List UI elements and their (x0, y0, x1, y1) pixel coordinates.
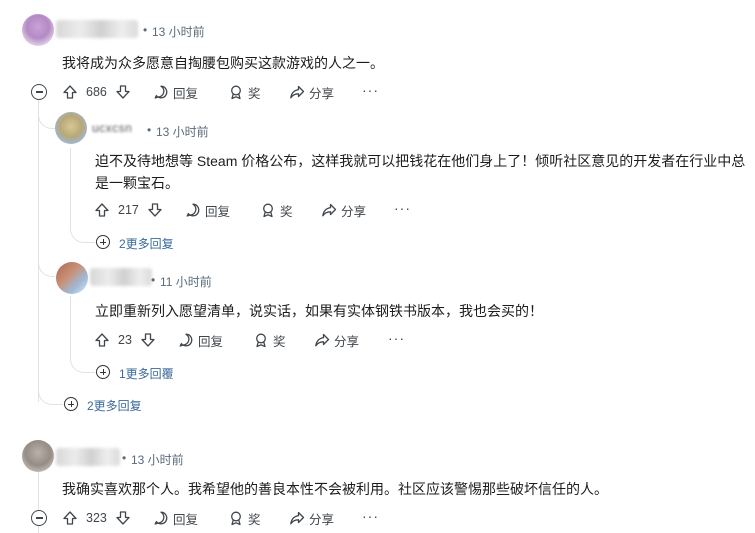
reply-label: 回复 (205, 204, 231, 219)
award-icon (228, 84, 244, 100)
vote-group: 686 (62, 82, 131, 102)
username-blurred[interactable] (56, 448, 120, 466)
separator-dot: • (122, 451, 127, 465)
thread-curve-more-replies (38, 276, 63, 405)
share-icon (289, 84, 305, 100)
comment-body-line-2: 是一颗宝石。 (95, 175, 179, 191)
timestamp[interactable]: 11 小时前 (160, 273, 212, 290)
vote-count: 217 (118, 203, 139, 217)
expand-replies-icon[interactable] (96, 365, 110, 379)
upvote-icon[interactable] (62, 510, 78, 526)
share-icon (314, 332, 330, 348)
award-button[interactable]: 奖 (253, 330, 286, 350)
award-label: 奖 (248, 86, 261, 101)
thread-line-reply-1 (70, 148, 71, 226)
share-button[interactable]: 分享 (289, 508, 334, 528)
expand-replies-icon[interactable] (64, 397, 78, 411)
comment-icon (185, 202, 201, 218)
minus-icon (35, 91, 43, 93)
username-blurred[interactable] (56, 20, 138, 38)
vote-count: 323 (86, 511, 107, 525)
vote-group: 323 (62, 508, 131, 528)
reply-button[interactable]: 回复 (185, 200, 230, 220)
separator-dot: • (147, 123, 152, 137)
share-button[interactable]: 分享 (289, 82, 334, 102)
separator-dot: • (151, 273, 156, 287)
more-options-button[interactable]: ··· (362, 82, 379, 98)
more-replies-link[interactable]: 2更多回复 (87, 397, 142, 414)
comment-body: 我确实喜欢那个人。我希望他的善良本性不会被利用。社区应该警惕那些破坏信任的人。 (62, 481, 608, 497)
more-options-button[interactable]: ··· (362, 508, 379, 524)
share-button[interactable]: 分享 (321, 200, 366, 220)
expand-replies-icon[interactable] (96, 235, 110, 249)
share-button[interactable]: 分享 (314, 330, 359, 350)
separator-dot: • (143, 23, 148, 37)
reply-label: 回复 (198, 334, 224, 349)
share-icon (321, 202, 337, 218)
award-icon (253, 332, 269, 348)
timestamp[interactable]: 13 小时前 (152, 23, 205, 40)
username-partial[interactable]: ucxcsn (92, 121, 132, 135)
vote-group: 217 (94, 200, 163, 220)
collapse-thread-button[interactable] (31, 84, 47, 100)
avatar[interactable] (56, 262, 88, 294)
downvote-icon[interactable] (140, 332, 156, 348)
avatar[interactable] (55, 112, 87, 144)
upvote-icon[interactable] (94, 202, 110, 218)
share-label: 分享 (334, 334, 360, 349)
avatar[interactable] (22, 14, 54, 46)
award-icon (228, 510, 244, 526)
timestamp[interactable]: 13 小时前 (156, 123, 209, 140)
thread-line-reply-2 (70, 296, 71, 356)
comment-body: 立即重新列入愿望清单，说实话，如果有实体钢铁书版本，我也会买的！ (95, 303, 543, 319)
award-label: 奖 (248, 512, 261, 527)
vote-count: 686 (86, 85, 107, 99)
thread-curve-reply-1 (38, 100, 55, 129)
comment-icon (153, 84, 169, 100)
award-button[interactable]: 奖 (228, 82, 261, 102)
reply-button[interactable]: 回复 (153, 508, 198, 528)
avatar[interactable] (22, 440, 54, 472)
share-label: 分享 (309, 86, 335, 101)
award-button[interactable]: 奖 (228, 508, 261, 528)
vote-count: 23 (118, 333, 132, 347)
reply-label: 回复 (173, 86, 199, 101)
thread-curve-reply-2 (38, 128, 55, 277)
comment-body: 我将成为众多愿意自掏腰包购买这款游戏的人之一。 (62, 55, 384, 71)
more-options-button[interactable]: ··· (394, 200, 411, 216)
award-button[interactable]: 奖 (260, 200, 293, 220)
upvote-icon[interactable] (94, 332, 110, 348)
more-options-button[interactable]: ··· (388, 330, 405, 346)
reply-button[interactable]: 回复 (153, 82, 198, 102)
more-replies-link[interactable]: 2更多回复 (119, 235, 174, 252)
share-icon (289, 510, 305, 526)
more-replies-link[interactable]: 1更多回覆 (119, 365, 174, 382)
username-blurred[interactable] (90, 268, 152, 286)
share-label: 分享 (341, 204, 367, 219)
downvote-icon[interactable] (115, 510, 131, 526)
thread-curve-reply-1-more (70, 226, 95, 243)
award-label: 奖 (273, 334, 286, 349)
vote-group: 23 (94, 330, 156, 350)
thread-curve-reply-2-more (70, 356, 95, 373)
award-label: 奖 (280, 204, 293, 219)
downvote-icon[interactable] (147, 202, 163, 218)
downvote-icon[interactable] (115, 84, 131, 100)
minus-icon (35, 517, 43, 519)
comment-body-line-1: 迫不及待地想等 Steam 价格公布，这样我就可以把钱花在他们身上了！倾听社区意… (95, 153, 746, 169)
upvote-icon[interactable] (62, 84, 78, 100)
reply-button[interactable]: 回复 (178, 330, 223, 350)
timestamp[interactable]: 13 小时前 (131, 451, 184, 468)
share-label: 分享 (309, 512, 335, 527)
comment-icon (178, 332, 194, 348)
award-icon (260, 202, 276, 218)
collapse-thread-button[interactable] (31, 510, 47, 526)
comment-icon (153, 510, 169, 526)
reply-label: 回复 (173, 512, 199, 527)
